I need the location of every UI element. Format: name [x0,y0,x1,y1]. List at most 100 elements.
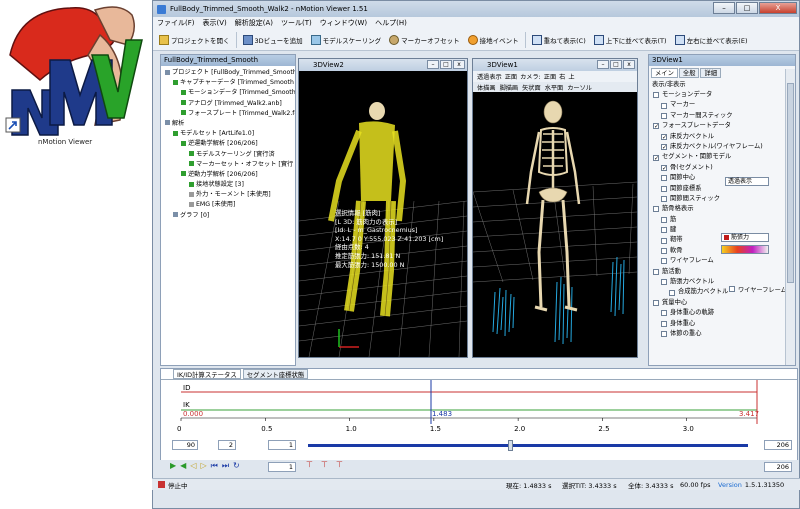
desktop-shortcut[interactable]: nMotion Viewer [0,0,148,154]
tab-main[interactable]: メイン [651,68,678,78]
3dview1-window[interactable]: 3DView1 – □ x 透過表示 正面 カメラ: 正面 右 上 体描画 脚描画 … [472,58,638,358]
visibility-option[interactable]: 関節座標系 [653,184,795,194]
checked-checkbox[interactable]: ✓ [653,154,659,161]
sagittal-toggle[interactable]: 矢状面 [522,83,541,92]
tab-general[interactable]: 全般 [678,68,700,78]
segment-display-select[interactable]: 透過表示 [725,177,769,186]
tree-item[interactable]: 解析 [161,119,295,129]
properties-scrollbar[interactable] [785,69,795,365]
visibility-option[interactable]: 筋 [653,215,795,225]
visibility-option[interactable]: ワイヤフレーム [653,256,795,266]
tile-horizontal-button[interactable]: 上下に並べて表示(T) [592,34,669,46]
visibility-option[interactable]: 体節の重心 [653,329,795,339]
tree-item[interactable]: プロジェクト [FullBody_Trimmed_Smooth [161,68,295,78]
visibility-option[interactable]: ✓ セグメント・関節モデル [653,152,795,162]
tree-item[interactable]: グラフ [0] [161,211,295,221]
cursor-toggle[interactable]: カーソル [567,83,592,92]
loop-icon[interactable]: ↻ [233,461,240,471]
visibility-option[interactable]: 筋骨格表示 [653,204,795,214]
muscle-color-select[interactable]: 筋張力 [721,233,769,242]
checkbox[interactable] [661,248,667,255]
current-frame-field[interactable]: 1 [268,462,296,472]
checkbox[interactable] [653,92,659,99]
menu-analysis[interactable]: 解析設定(A) [235,18,273,28]
play-reverse-icon[interactable]: ◀ [180,461,186,471]
step-forward-icon[interactable]: ▷ [200,461,206,471]
close-button[interactable]: X [759,2,797,14]
visibility-option[interactable]: 身体重心の軌跡 [653,308,795,318]
go-start-icon[interactable]: ⏮ [211,461,218,471]
checkbox[interactable] [661,216,667,223]
range-slider-thumb[interactable] [508,440,514,451]
visibility-option[interactable]: 筋活動 [653,267,795,277]
visibility-option[interactable]: ✓ フォースプレートデータ [653,121,795,131]
marker-end-icon[interactable]: ⊤ [336,460,343,469]
tree-item[interactable]: モーションデータ [Trimmed_Smooth_W [161,88,295,98]
horizontal-toggle[interactable]: 水平面 [545,83,564,92]
visibility-option[interactable]: ✓ 床反力ベクトル(ワイヤフレーム) [653,142,795,152]
step-field[interactable]: 2 [218,440,236,450]
visibility-option[interactable]: ✓ 床反力ベクトル [653,132,795,142]
step-back-icon[interactable]: ◁ [190,461,196,471]
3dview2-window[interactable]: 3DView2 – □ x 選択情報 [筋肉] [L 3D: 筋肉力の表示] [Id: … [298,58,468,358]
end-frame-field-2[interactable]: 206 [764,462,792,472]
wireframe-option[interactable]: ワイヤーフレーム [729,285,787,294]
tree-item[interactable]: 接地状態設定 [3] [161,180,295,190]
start-frame-field[interactable]: 1 [268,440,296,450]
checkbox[interactable] [661,112,667,119]
tile-vertical-button[interactable]: 左右に並べて表示(E) [673,34,750,46]
minimize-button[interactable]: – [713,2,735,14]
checkbox[interactable] [661,175,667,182]
3dview1-maximize-button[interactable]: □ [610,60,622,69]
visibility-option[interactable]: 質量中心 [653,298,795,308]
camera-front-button[interactable]: 正面 [544,72,556,81]
tree-item[interactable]: モデルセット [ArtLife1.0] [161,129,295,139]
tree-item[interactable]: マーカーセット・オフセット [實行 [161,160,295,170]
visibility-option[interactable]: 関節中心 [653,173,795,183]
menu-window[interactable]: ウィンドウ(W) [320,18,367,28]
3dview1-minimize-button[interactable]: – [597,60,609,69]
checked-checkbox[interactable]: ✓ [661,133,667,140]
checkbox[interactable] [653,268,659,275]
title-bar[interactable]: FullBody_Trimmed_Smooth_Walk2 - nMotion … [153,1,799,17]
visibility-option[interactable]: 身体重心 [653,319,795,329]
checkbox[interactable] [661,279,667,286]
visibility-option[interactable]: マーカー [653,100,795,110]
checkbox[interactable] [669,289,675,296]
3dview2-close-button[interactable]: x [453,60,465,69]
3dview2-maximize-button[interactable]: □ [440,60,452,69]
play-icon[interactable]: ▶ [170,461,176,471]
add-3dview-button[interactable]: 3Dビューを追加 [241,34,305,46]
camera-top-button[interactable]: 上 [568,72,574,81]
tree-item[interactable]: モデルスケーリング [實行済 [161,150,295,160]
3dview1-close-button[interactable]: x [623,60,635,69]
checked-checkbox[interactable]: ✓ [661,164,667,171]
tree-item[interactable]: EMG [未使用] [161,200,295,210]
open-project-button[interactable]: プロジェクトを開く [157,34,232,46]
tree-item[interactable]: フォースプレート [Trimmed_Walk2.forc [161,109,295,119]
tree-item[interactable]: キャプチャーデータ [Trimmed_Smooth [161,78,295,88]
camera-right-button[interactable]: 右 [559,72,565,81]
checkbox[interactable] [661,331,667,338]
marker-mid-icon[interactable]: ⊤ [321,460,328,469]
front-toggle[interactable]: 正面 [505,72,517,81]
checkbox[interactable] [661,237,667,244]
tree-item[interactable]: 逆運動学解析 [206/206] [161,139,295,149]
tab-segment-coords[interactable]: セグメント座標状態 [242,369,309,379]
menu-file[interactable]: ファイル(F) [157,18,195,28]
marker-offset-button[interactable]: マーカーオフセット [387,34,462,46]
tree-item[interactable]: 外力・モーメント [未使用] [161,190,295,200]
checkbox[interactable] [661,102,667,109]
visibility-option[interactable]: モーションデータ [653,90,795,100]
visibility-option[interactable]: ✓ 骨(セグメント) [653,163,795,173]
menu-tools[interactable]: ツール(T) [281,18,312,28]
go-end-icon[interactable]: ⏭ [222,461,229,471]
checked-checkbox[interactable]: ✓ [653,123,659,130]
checkbox[interactable] [661,258,667,265]
fps-field[interactable]: 90 [172,440,198,450]
visibility-option[interactable]: 関節間スティック [653,194,795,204]
tab-ik-id-status[interactable]: IK/ID計算ステータス [173,369,241,379]
range-slider-track[interactable] [308,444,748,447]
tab-detail[interactable]: 詳細 [700,68,722,78]
model-scaling-button[interactable]: モデルスケーリング [309,34,384,46]
